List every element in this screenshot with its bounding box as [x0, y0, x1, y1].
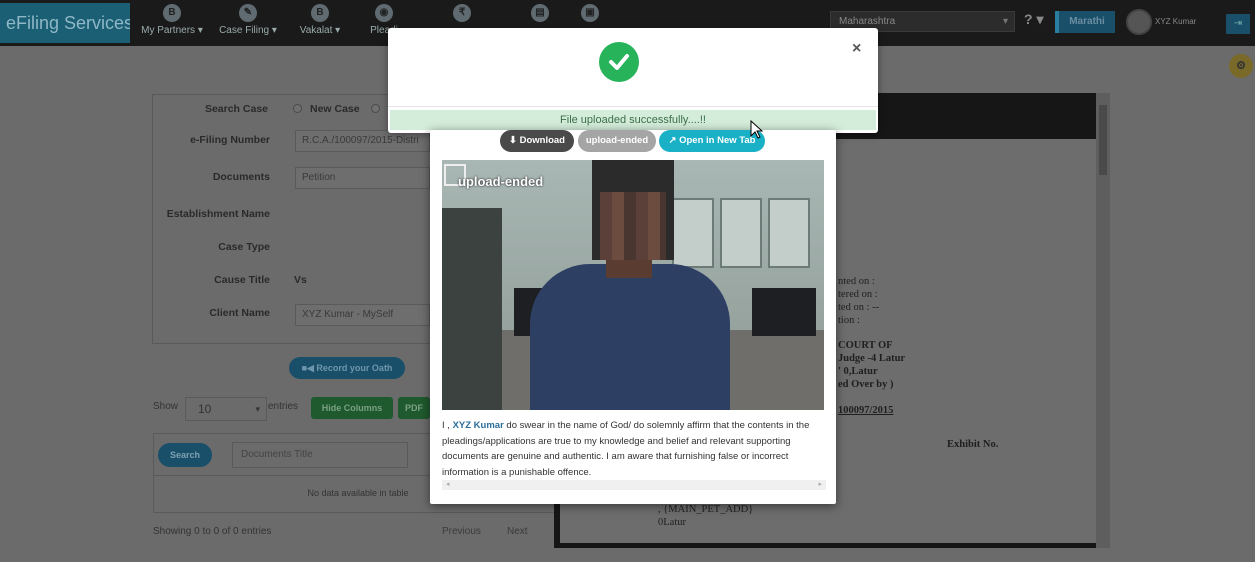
scrollbar-thumb[interactable] [1099, 105, 1107, 175]
pencil-icon: ✎ [239, 4, 257, 22]
media-icon: ▣ [581, 4, 599, 22]
showing-entries: Showing 0 to 0 of 0 entries [153, 526, 272, 537]
vakalat-icon: B [311, 4, 329, 22]
help-menu[interactable]: ? ▾ [1024, 11, 1043, 28]
main-pet-add: , {MAIN_PET_ADD} [658, 504, 754, 515]
horizontal-scrollbar[interactable]: ◂ ▸ [442, 480, 826, 490]
video-window [768, 198, 810, 268]
court-line: Judge -4 Latur [838, 353, 906, 364]
state-select-value: Maharashtra [839, 16, 896, 27]
entries-label: entries [268, 401, 299, 412]
divider [388, 106, 878, 107]
nav-vakalat[interactable]: B Vakalat ▾ [288, 2, 352, 44]
video-window [720, 198, 762, 268]
show-label: Show [153, 401, 179, 412]
settings-badge[interactable]: ⚙ [1229, 54, 1253, 78]
hide-columns-button[interactable]: Hide Columns [311, 397, 393, 419]
new-case-radio[interactable] [293, 104, 302, 113]
page-size-select[interactable]: 10 ▾ [185, 397, 267, 421]
oath-name: XYZ Kumar [452, 420, 504, 431]
close-icon[interactable]: × [852, 40, 861, 58]
existing-case-radio[interactable] [371, 104, 380, 113]
efiling-number-input[interactable]: R.C.A./100097/2015-Distri [295, 130, 430, 152]
case-type-label: Case Type [218, 241, 270, 253]
pleadings-icon: ◉ [375, 4, 393, 22]
user-name[interactable]: XYZ Kumar [1155, 17, 1196, 26]
video-window [672, 198, 714, 268]
court-line: ed Over by ) [838, 379, 894, 390]
document-icon: ▤ [531, 4, 549, 22]
viewer-line: tion : [838, 315, 860, 326]
pdf-button[interactable]: PDF [398, 397, 430, 419]
video-overlay-label: upload-ended [458, 174, 544, 189]
chevron-down-icon: ▾ [255, 404, 260, 414]
download-button[interactable]: ⬇ Download [500, 130, 574, 152]
status-badge: upload-ended [578, 130, 656, 152]
logout-button[interactable]: ⇥ [1226, 14, 1250, 34]
scroll-left-icon[interactable]: ◂ [446, 480, 450, 490]
previous-page-button[interactable]: Previous [442, 526, 481, 537]
partners-icon: B [163, 4, 181, 22]
latur-line: 0Latur [658, 517, 686, 528]
documents-title-input[interactable]: Documents Title [232, 442, 408, 468]
cause-title-value: Vs [294, 274, 307, 286]
nav-case-filing-label: Case Filing ▾ [219, 25, 277, 36]
record-oath-button[interactable]: ■◀ Record your Oath [289, 357, 405, 379]
video-monitor [752, 288, 816, 336]
blurred-face [600, 192, 666, 260]
rupee-icon: ₹ [453, 4, 471, 22]
search-case-label: Search Case [204, 103, 268, 115]
search-button[interactable]: Search [158, 443, 212, 467]
page-size-value: 10 [198, 402, 212, 416]
success-alert: × File uploaded successfully....!! [388, 28, 878, 133]
establishment-label: Establishment Name [166, 208, 270, 220]
success-message: File uploaded successfully....!! [390, 110, 876, 130]
nav-my-partners-label: My Partners ▾ [141, 25, 203, 36]
viewer-scrollbar[interactable] [1096, 93, 1110, 548]
scroll-right-icon[interactable]: ▸ [818, 480, 822, 490]
court-line: COURT OF [838, 340, 893, 351]
video-shelf [442, 208, 502, 410]
documents-label: Documents [212, 171, 270, 183]
oath-video[interactable]: upload-ended [442, 160, 824, 410]
avatar[interactable] [1126, 9, 1152, 35]
nav-case-filing[interactable]: ✎ Case Filing ▾ [216, 2, 280, 44]
oath-prefix: I , [442, 420, 450, 431]
language-button[interactable]: Marathi [1055, 11, 1115, 33]
exhibit-no: Exhibit No. [947, 439, 999, 450]
client-name-label: Client Name [209, 307, 270, 319]
check-circle-icon [599, 42, 639, 82]
video-person [530, 264, 730, 410]
viewer-line: ted on : -- [838, 302, 880, 313]
nav-vakalat-label: Vakalat ▾ [299, 25, 341, 36]
brand-logo[interactable]: eFiling Services [0, 3, 130, 43]
oath-video-modal: ⬇ Download upload-ended ↗ Open in New Ta… [430, 130, 836, 504]
oath-text: I , XYZ Kumar do swear in the name of Go… [442, 418, 826, 480]
nav-my-partners[interactable]: B My Partners ▾ [140, 2, 204, 44]
viewer-line: tered on : [838, 289, 878, 300]
chevron-down-icon: ▾ [1002, 16, 1008, 27]
mouse-cursor-icon [750, 120, 764, 139]
case-number: 100097/2015 [838, 405, 894, 416]
efiling-number-label: e-Filing Number [190, 134, 270, 146]
cause-title-label: Cause Title [214, 274, 270, 286]
new-case-label: New Case [310, 103, 360, 115]
next-page-button[interactable]: Next [507, 526, 528, 537]
court-line: ' 0,Latur [838, 366, 878, 377]
documents-select[interactable]: Petition [295, 167, 430, 189]
viewer-line: nted on : [838, 276, 875, 287]
client-name-input[interactable]: XYZ Kumar - MySelf [295, 304, 430, 326]
